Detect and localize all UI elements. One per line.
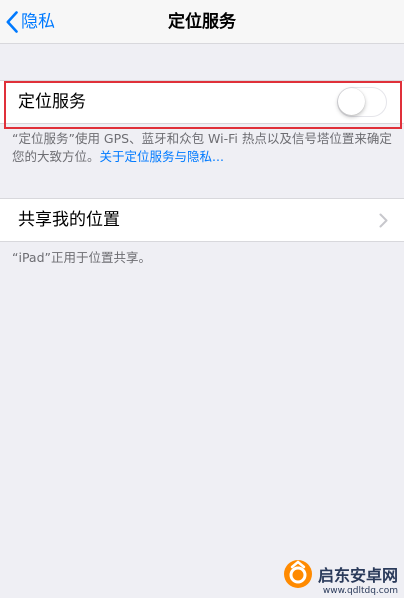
watermark: 启东安卓网 www.qdltdq.com	[282, 554, 398, 596]
back-button[interactable]: 隐私	[6, 8, 55, 36]
watermark-text: 启东安卓网	[317, 566, 398, 585]
chevron-right-icon	[379, 213, 388, 228]
back-label: 隐私	[21, 12, 55, 32]
logo-icon	[283, 560, 312, 588]
watermark-url: www.qdltdq.com	[322, 586, 398, 596]
page-title: 定位服务	[168, 12, 236, 32]
location-services-label: 定位服务	[18, 92, 86, 112]
navigation-bar: 隐私 定位服务	[0, 0, 404, 44]
share-my-location-label: 共享我的位置	[18, 210, 120, 230]
location-services-description: “定位服务”使用 GPS、蓝牙和众包 Wi-Fi 热点以及信号塔位置来确定您的大…	[12, 130, 396, 166]
share-my-location-row[interactable]: 共享我的位置	[0, 198, 404, 242]
share-location-note: “iPad”正用于位置共享。	[12, 250, 151, 265]
about-location-privacy-link[interactable]: 关于定位服务与隐私...	[100, 149, 224, 164]
toggle-knob	[338, 88, 365, 115]
location-services-row: 定位服务	[0, 80, 404, 124]
screen: 隐私 定位服务 定位服务 “定位服务”使用 GPS、蓝牙和众包 Wi-Fi 热点…	[0, 0, 404, 598]
location-services-toggle[interactable]	[337, 87, 387, 117]
chevron-left-icon	[6, 11, 18, 33]
